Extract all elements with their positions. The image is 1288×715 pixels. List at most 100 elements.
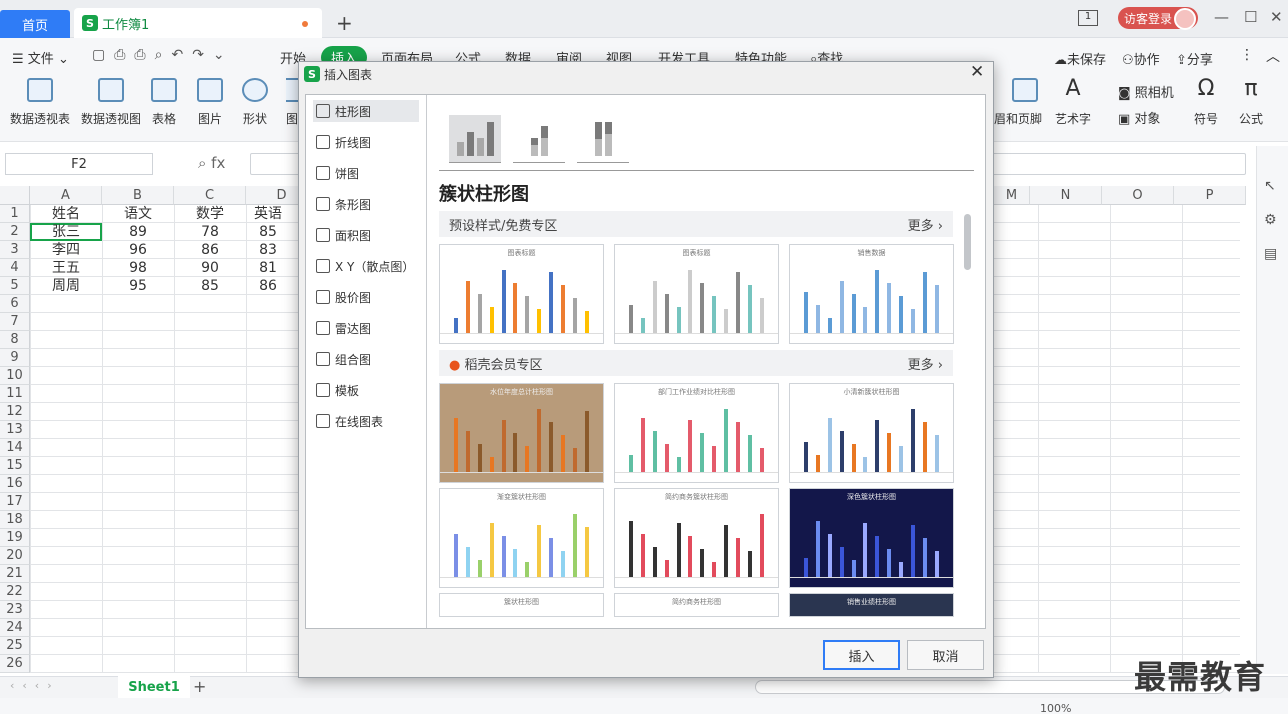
chart-template-card[interactable]: 图表标题 (439, 244, 604, 344)
chart-category-item[interactable]: 在线图表 (313, 410, 419, 432)
doc-tab[interactable]: S 工作簿1 (74, 8, 322, 38)
select-all-corner[interactable] (0, 186, 30, 205)
chart-template-card[interactable]: 简约商务柱形图 (614, 593, 779, 617)
collaborate-button[interactable]: ⚇协作 (1122, 49, 1160, 68)
chart-category-item[interactable]: 柱形图 (313, 100, 419, 122)
row-header[interactable]: 8 (0, 331, 30, 349)
minimize-icon[interactable]: — (1214, 8, 1229, 26)
chart-template-card[interactable]: 销售业绩柱形图 (789, 593, 954, 617)
style-tool-icon[interactable]: ▤ (1264, 246, 1277, 262)
row-header[interactable]: 18 (0, 511, 30, 529)
avatar[interactable] (1174, 8, 1196, 30)
row-header[interactable]: 17 (0, 493, 30, 511)
clustered-column-thumb[interactable] (449, 115, 501, 163)
word-art-button[interactable]: A 艺术字 (1055, 78, 1091, 127)
cell[interactable]: 98 (102, 259, 174, 277)
col-header[interactable]: O (1102, 186, 1174, 205)
row-header[interactable]: 26 (0, 655, 30, 673)
row-header[interactable]: 22 (0, 583, 30, 601)
row-header[interactable]: 13 (0, 421, 30, 439)
row-header[interactable]: 3 (0, 241, 30, 259)
chart-template-card[interactable]: 簇状柱形图 (439, 593, 604, 617)
file-menu[interactable]: ☰ 文件 ⌄ (12, 48, 69, 67)
home-tab[interactable]: 首页 (0, 10, 70, 38)
quick-access-toolbar[interactable]: ▢⎙⎙⌕↶↷⌄ (92, 47, 234, 63)
stacked-column-thumb[interactable] (513, 115, 565, 163)
chart-category-item[interactable]: X Y（散点图） (313, 255, 419, 277)
pivot-chart-button[interactable]: 数据透视图 (81, 78, 141, 127)
cell[interactable]: 张三 (30, 223, 102, 241)
col-header[interactable]: A (30, 186, 102, 205)
chart-category-item[interactable]: 条形图 (313, 193, 419, 215)
fx-button[interactable]: ⌕ fx (198, 154, 225, 172)
cell[interactable]: 李四 (30, 241, 102, 259)
collapse-ribbon-icon[interactable]: ︿ (1266, 46, 1280, 66)
free-section-header[interactable]: 预设样式/免费专区 更多 › (439, 211, 953, 237)
row-header[interactable]: 10 (0, 367, 30, 385)
cell[interactable]: 姓名 (30, 205, 102, 223)
name-box[interactable]: F2 (5, 153, 153, 175)
symbol-button[interactable]: Ω 符号 (1193, 78, 1219, 127)
chart-template-card[interactable]: 水位年度总计柱形图 (439, 383, 604, 483)
cell[interactable]: 90 (174, 259, 246, 277)
col-header[interactable]: P (1174, 186, 1246, 205)
close-window-icon[interactable]: ✕ (1270, 8, 1283, 26)
col-header[interactable]: M (994, 186, 1030, 205)
row-header[interactable]: 2 (0, 223, 30, 241)
col-header[interactable]: C (174, 186, 246, 205)
row-header[interactable]: 16 (0, 475, 30, 493)
object-button[interactable]: ▣ 对象 (1118, 108, 1160, 127)
chart-template-card[interactable]: 渐变簇状柱形图 (439, 488, 604, 588)
chart-button[interactable]: 图 (286, 78, 298, 127)
row-header[interactable]: 9 (0, 349, 30, 367)
cell[interactable]: 语文 (102, 205, 174, 223)
cell[interactable]: 86 (246, 277, 290, 295)
cell[interactable]: 英语 (246, 205, 290, 223)
cell[interactable]: 85 (174, 277, 246, 295)
cell[interactable]: 83 (246, 241, 290, 259)
insert-button[interactable]: 插入 (823, 640, 900, 670)
cell[interactable]: 王五 (30, 259, 102, 277)
pointer-tool-icon[interactable]: ↖ (1264, 178, 1276, 194)
cell[interactable]: 78 (174, 223, 246, 241)
more-link[interactable]: 更多 › (908, 354, 943, 373)
chart-template-card[interactable]: 简约商务簇状柱形图 (614, 488, 779, 588)
row-header[interactable]: 25 (0, 637, 30, 655)
chart-category-item[interactable]: 模板 (313, 379, 419, 401)
row-header[interactable]: 4 (0, 259, 30, 277)
maximize-icon[interactable]: ☐ (1244, 8, 1257, 26)
percent-stacked-column-thumb[interactable] (577, 115, 629, 163)
add-sheet-button[interactable]: + (193, 677, 206, 696)
col-header[interactable]: N (1030, 186, 1102, 205)
row-header[interactable]: 6 (0, 295, 30, 313)
chart-template-card[interactable]: 图表标题 (614, 244, 779, 344)
row-header[interactable]: 1 (0, 205, 30, 223)
cell[interactable]: 周周 (30, 277, 102, 295)
row-header[interactable]: 15 (0, 457, 30, 475)
more-link[interactable]: 更多 › (908, 215, 943, 234)
formula-button[interactable]: π 公式 (1238, 78, 1264, 127)
sheet-nav-arrows[interactable]: ‹‹‹› (10, 679, 60, 692)
header-footer-button[interactable]: 眉和页脚 (994, 78, 1042, 127)
camera-button[interactable]: ◙ 照相机 (1118, 82, 1174, 101)
settings-slider-icon[interactable]: ⚙ (1264, 212, 1277, 228)
dialog-close-icon[interactable]: ✕ (970, 62, 984, 82)
chart-category-item[interactable]: 股价图 (313, 286, 419, 308)
cell[interactable]: 86 (174, 241, 246, 259)
zoom-level[interactable]: 100% (1040, 702, 1071, 715)
shape-button[interactable]: 形状 (242, 78, 268, 127)
row-header[interactable]: 19 (0, 529, 30, 547)
table-button[interactable]: 表格 (151, 78, 177, 127)
chart-category-item[interactable]: 雷达图 (313, 317, 419, 339)
row-header[interactable]: 12 (0, 403, 30, 421)
cell[interactable]: 85 (246, 223, 290, 241)
chart-category-item[interactable]: 折线图 (313, 131, 419, 153)
cell[interactable]: 96 (102, 241, 174, 259)
vip-section-header[interactable]: ● 稻壳会员专区 更多 › (439, 350, 953, 376)
chart-category-item[interactable]: 组合图 (313, 348, 419, 370)
cell[interactable]: 数学 (174, 205, 246, 223)
row-header[interactable]: 23 (0, 601, 30, 619)
cell[interactable]: 89 (102, 223, 174, 241)
cancel-button[interactable]: 取消 (907, 640, 984, 670)
new-tab-button[interactable]: + (336, 11, 353, 35)
